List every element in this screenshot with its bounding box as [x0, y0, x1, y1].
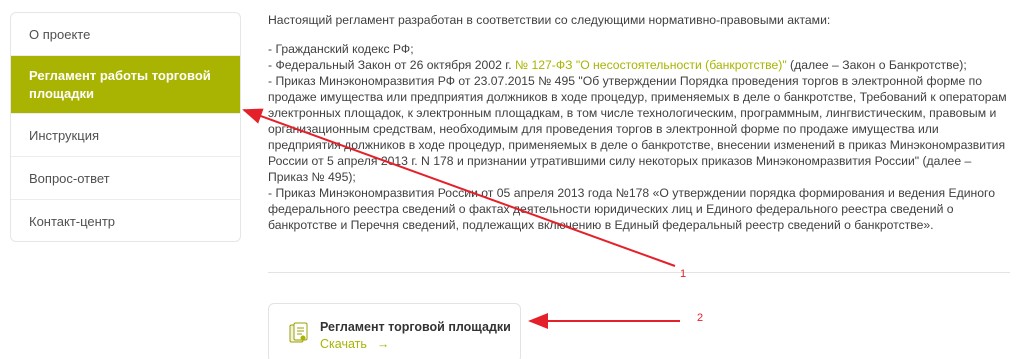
annotation-label-2: 2	[697, 312, 704, 324]
annotation-label-1: 1	[680, 268, 687, 280]
annotation-overlay	[242, 108, 680, 329]
annotation-arrow-1	[242, 108, 676, 267]
